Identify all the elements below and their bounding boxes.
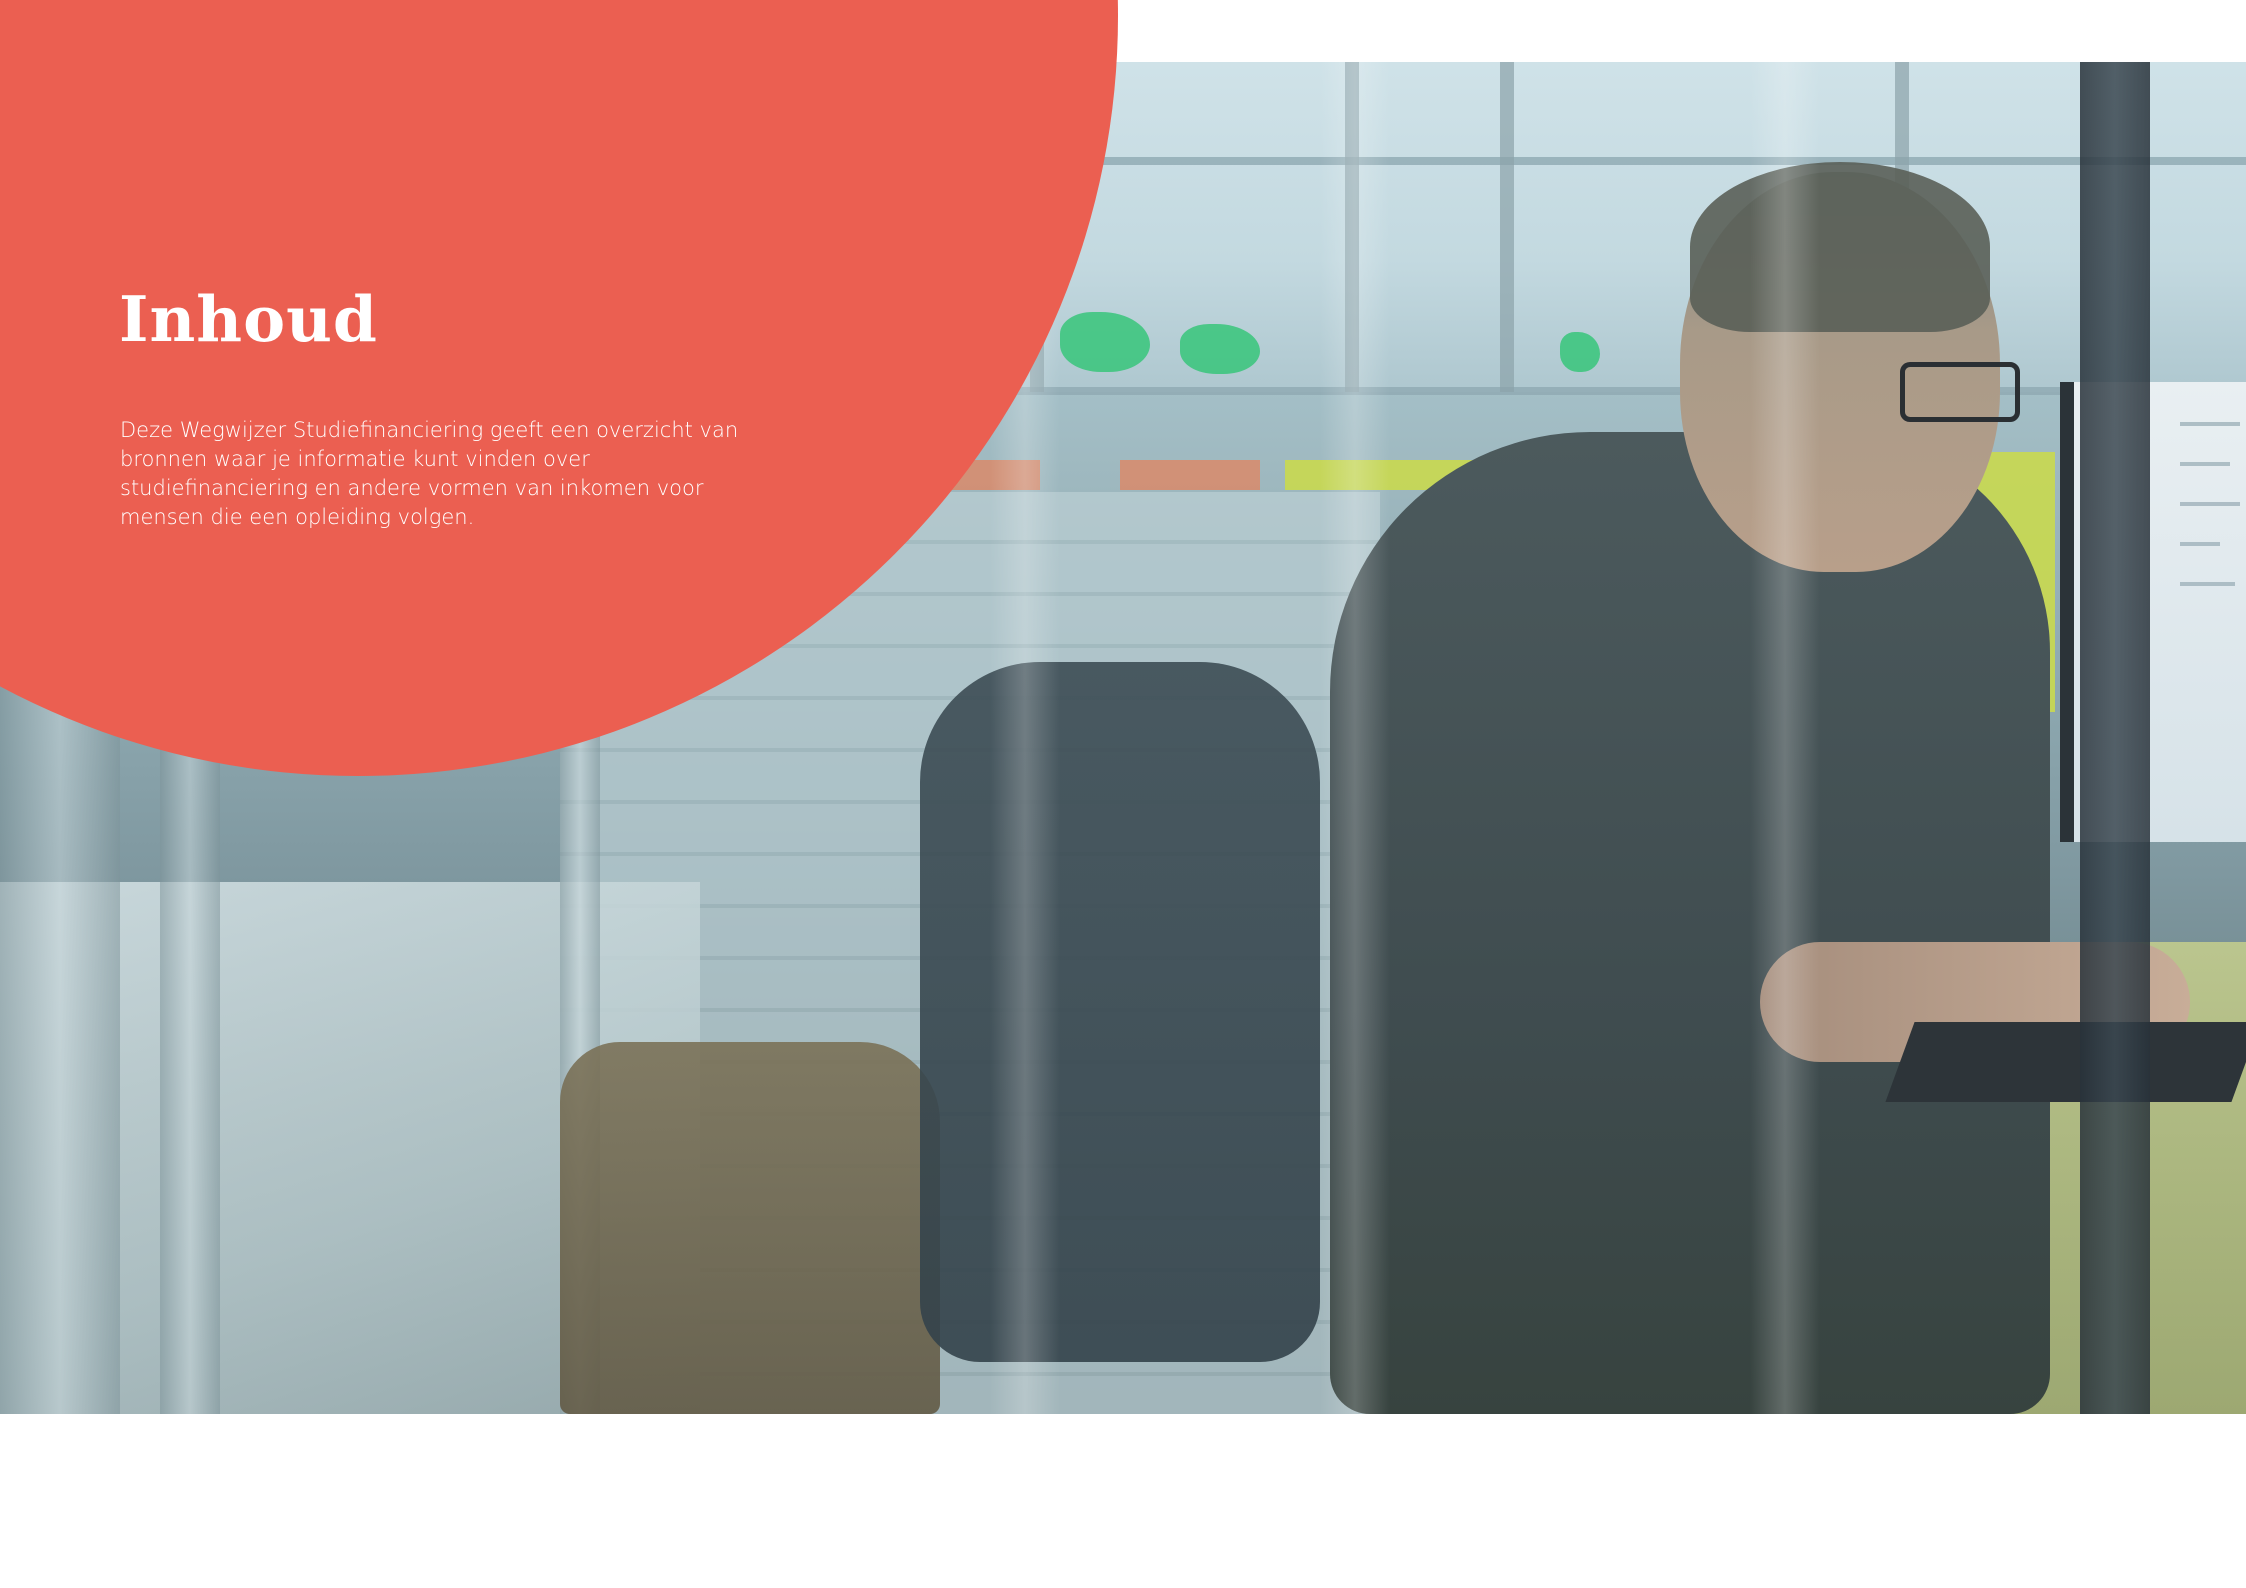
photo-person-hair xyxy=(1690,162,1990,332)
photo-green-object xyxy=(1560,332,1600,372)
photo-person-body xyxy=(1330,432,2050,1414)
photo-green-object xyxy=(1180,324,1260,374)
photo-keyboard xyxy=(1885,1022,2246,1102)
page-title: Inhoud xyxy=(119,282,378,356)
photo-glare xyxy=(1320,62,1390,1414)
photo-glasses xyxy=(1900,362,2020,422)
photo-glare xyxy=(1750,62,1820,1414)
photo-monitor-text xyxy=(2180,462,2230,466)
intro-paragraph: Deze Wegwijzer Studiefinanciering geeft … xyxy=(120,418,739,529)
photo-monitor-text xyxy=(2180,582,2235,586)
photo-orange-tile xyxy=(1120,460,1260,490)
photo-bag xyxy=(560,1042,940,1414)
photo-glass-stand xyxy=(2080,62,2150,1414)
photo-monitor-text xyxy=(2180,422,2240,426)
photo-monitor-text xyxy=(2180,502,2240,506)
document-page: Inhoud Deze Wegwijzer Studiefinanciering… xyxy=(0,0,2246,1588)
photo-cabinet-divider xyxy=(1500,62,1514,392)
photo-monitor-text xyxy=(2180,542,2220,546)
photo-shelf-line xyxy=(880,387,2246,395)
photo-office-chair xyxy=(920,662,1320,1362)
